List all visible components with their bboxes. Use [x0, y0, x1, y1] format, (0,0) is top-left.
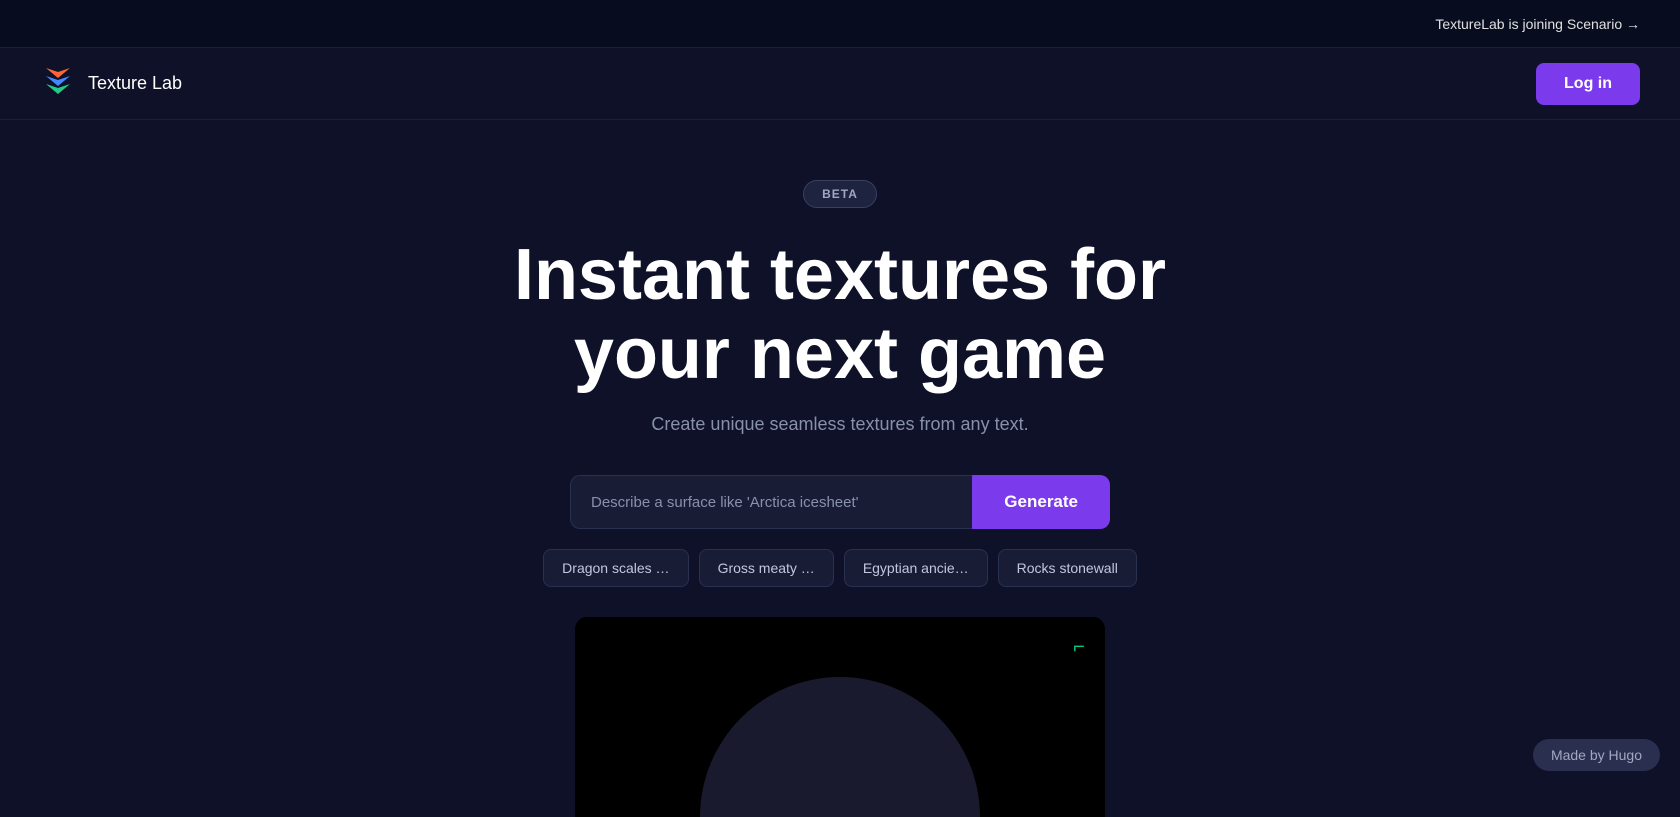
- logo-area: Texture Lab: [40, 66, 182, 102]
- announcement-bar: TextureLab is joining Scenario →: [0, 0, 1680, 48]
- hero-subtitle: Create unique seamless textures from any…: [651, 414, 1028, 435]
- hero-section: BETA Instant textures for your next game…: [0, 120, 1680, 817]
- logo-text: Texture Lab: [88, 73, 182, 94]
- logo-icon: [40, 66, 76, 102]
- suggestion-chip-1[interactable]: Gross meaty …: [699, 549, 834, 587]
- search-row: Generate: [570, 475, 1110, 529]
- preview-cursor-icon: ⌐: [1073, 637, 1085, 660]
- preview-semicircle: [700, 677, 980, 817]
- suggestion-chip-2[interactable]: Egyptian ancie…: [844, 549, 988, 587]
- generate-button[interactable]: Generate: [972, 475, 1110, 529]
- suggestion-chip-0[interactable]: Dragon scales …: [543, 549, 688, 587]
- texture-search-input[interactable]: [570, 475, 972, 529]
- texture-preview: ⌐: [575, 617, 1105, 817]
- suggestions-row: Dragon scales … Gross meaty … Egyptian a…: [543, 549, 1137, 587]
- login-button[interactable]: Log in: [1536, 63, 1640, 105]
- main-nav: Texture Lab Log in: [0, 48, 1680, 120]
- made-by-badge: Made by Hugo: [1533, 739, 1660, 771]
- announcement-text[interactable]: TextureLab is joining Scenario →: [1435, 16, 1640, 32]
- hero-title: Instant textures for your next game: [514, 236, 1166, 394]
- suggestion-chip-3[interactable]: Rocks stonewall: [998, 549, 1137, 587]
- beta-badge: BETA: [803, 180, 877, 208]
